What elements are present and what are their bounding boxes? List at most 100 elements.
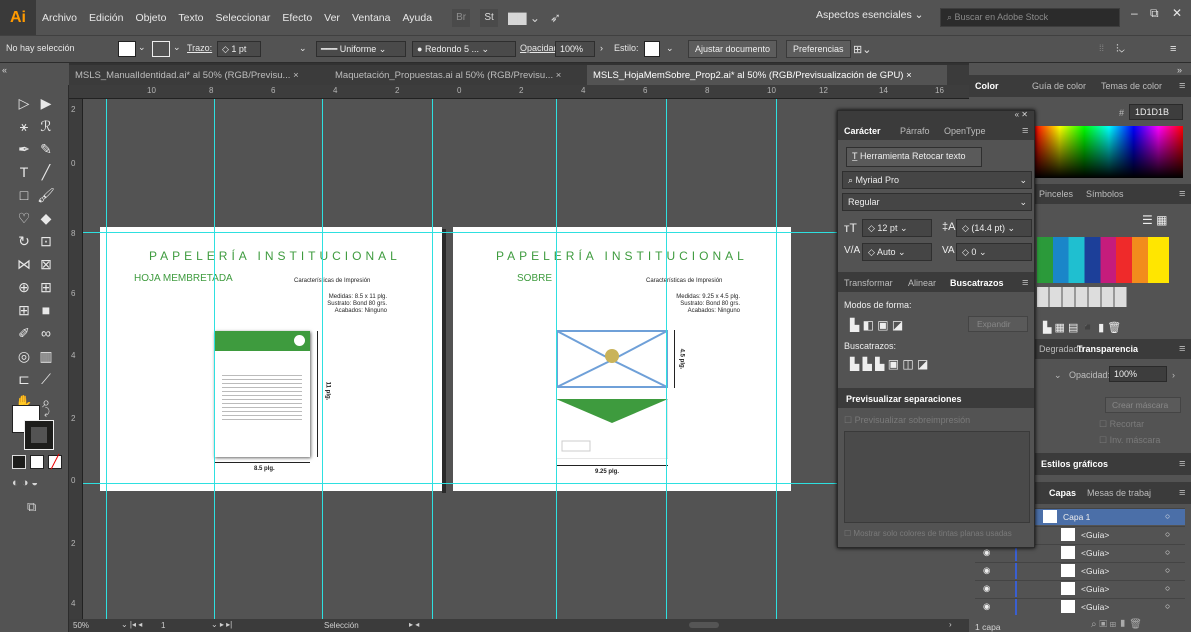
tab-guia-color[interactable]: Guía de color — [1032, 81, 1086, 91]
close-icon[interactable]: ✕ — [1172, 6, 1182, 20]
direct-selection-tool-icon[interactable]: ▶ — [36, 93, 56, 113]
font-style-dropdown[interactable]: Regular ⌄ — [842, 193, 1032, 211]
scale-tool-icon[interactable]: ⊡ — [36, 231, 56, 251]
menu-ventana[interactable]: Ventana — [346, 12, 397, 24]
pen-tool-icon[interactable]: ✒ — [14, 139, 34, 159]
layer-name[interactable]: <Guía> — [1081, 566, 1109, 576]
layer-row[interactable]: ◉ <Guía> ○ — [975, 562, 1185, 579]
layer-name[interactable]: Capa 1 — [1063, 512, 1090, 522]
menu-edicion[interactable]: Edición — [83, 12, 129, 24]
menu-icon[interactable]: ≡ — [1022, 277, 1028, 289]
visibility-eye-icon[interactable]: ◉ — [983, 565, 990, 576]
minimize-icon[interactable]: – — [1131, 6, 1138, 20]
guide-line[interactable] — [666, 99, 667, 619]
magic-wand-icon[interactable]: ⚹ — [14, 116, 34, 136]
stroke-color-icon[interactable] — [24, 420, 54, 450]
selection-tool-icon[interactable]: ▷ — [14, 93, 34, 113]
chevron-down-icon[interactable]: ⌄ — [299, 43, 307, 54]
tab-opentype[interactable]: OpenType — [944, 126, 986, 136]
target-icon[interactable]: ○ — [1165, 511, 1170, 521]
layer-name[interactable]: <Guía> — [1081, 548, 1109, 558]
chevron-down-icon[interactable]: ⌄ — [173, 42, 181, 53]
arrange-icon[interactable]: ⊞⌄ — [853, 43, 871, 56]
tab-caracter[interactable]: Carácter — [844, 126, 881, 136]
tab-previsualizar-separaciones[interactable]: Previsualizar separaciones — [846, 394, 962, 404]
transparency-opacity-field[interactable]: 100% — [1109, 366, 1167, 382]
tab-mesas-trabajo[interactable]: Mesas de trabaj — [1087, 488, 1151, 498]
artboard-tool-icon[interactable]: ⊏ — [14, 369, 34, 389]
screen-mode-icon[interactable]: ⧉ — [27, 499, 36, 515]
menu-ayuda[interactable]: Ayuda — [396, 12, 438, 24]
tab-capas[interactable]: Capas — [1049, 488, 1076, 498]
kerning-field[interactable]: ◇ Auto ⌄ — [862, 243, 932, 261]
rectangle-tool-icon[interactable]: □ — [14, 185, 34, 205]
mesh-tool-icon[interactable]: ⊞ — [14, 300, 34, 320]
tab-parrafo[interactable]: Párrafo — [900, 126, 930, 136]
stock-search-input[interactable]: ⌕ Buscar en Adobe Stock — [940, 8, 1120, 27]
swatch-grid[interactable] — [1037, 237, 1169, 283]
status-mode[interactable]: Selección — [324, 621, 359, 630]
visibility-eye-icon[interactable]: ◉ — [983, 601, 990, 612]
artboard-nav-next-icon[interactable]: ⌄ ▸ ▸| — [211, 620, 232, 629]
tab-buscatrazos[interactable]: Buscatrazos — [950, 278, 1004, 288]
collapse-panel-icon[interactable]: « ✕ — [1015, 110, 1028, 119]
tab-pinceles[interactable]: Pinceles — [1039, 189, 1073, 199]
guide-line[interactable] — [322, 99, 323, 619]
lasso-tool-icon[interactable]: ℛ — [36, 116, 56, 136]
visibility-eye-icon[interactable]: ◉ — [983, 547, 990, 558]
tab-simbolos[interactable]: Símbolos — [1086, 189, 1124, 199]
bridge-icon[interactable]: Br — [452, 8, 471, 27]
layer-row[interactable]: ◉ <Guía> ○ — [975, 598, 1185, 615]
preferences-button[interactable]: Preferencias — [786, 40, 851, 58]
perspective-grid-icon[interactable]: ⊞ — [36, 277, 56, 297]
slice-tool-icon[interactable]: ⟋ — [36, 369, 56, 389]
clip-checkbox[interactable]: ☐ Recortar — [1099, 419, 1144, 430]
type-tool-icon[interactable]: T — [14, 162, 34, 182]
menu-objeto[interactable]: Objeto — [129, 12, 172, 24]
layer-name[interactable]: <Guía> — [1081, 584, 1109, 594]
layer-actions-icon[interactable]: ⌕ ▣ ⊞ ▮ 🗑 — [1091, 619, 1142, 630]
target-icon[interactable]: ○ — [1165, 583, 1170, 593]
chevron-right-icon[interactable]: › — [600, 43, 603, 53]
target-icon[interactable]: ○ — [1165, 565, 1170, 575]
tab-manual-identidad[interactable]: MSLS_ManualIdentidad.ai* al 50% (RGB/Pre… — [69, 65, 319, 85]
separations-list[interactable] — [844, 431, 1030, 523]
menu-icon[interactable]: ≡ — [1179, 458, 1185, 470]
curvature-tool-icon[interactable]: ✎ — [36, 139, 56, 159]
invert-mask-checkbox[interactable]: ☐ Inv. máscara — [1099, 435, 1160, 446]
menu-ver[interactable]: Ver — [318, 12, 346, 24]
rocket-icon[interactable]: ➶ — [550, 9, 561, 27]
adjust-document-button[interactable]: Ajustar documento — [688, 40, 778, 58]
create-mask-button[interactable]: Crear máscara — [1105, 397, 1181, 413]
leading-field[interactable]: ◇ (14.4 pt) ⌄ — [956, 219, 1032, 237]
tracking-field[interactable]: ◇ 0 ⌄ — [956, 243, 1032, 261]
menu-seleccionar[interactable]: Seleccionar — [210, 12, 277, 24]
panel-drag-bar[interactable]: « ✕ — [838, 110, 1034, 120]
shape-modes-icon[interactable]: ▙ ◧ ▣ ◪ — [850, 318, 903, 332]
fill-swatch[interactable] — [118, 41, 136, 57]
horizontal-ruler[interactable]: 10 8 6 4 2 0 2 4 6 8 10 12 14 16 — [69, 85, 969, 99]
guide-line[interactable] — [556, 99, 557, 619]
stroke-weight-field[interactable]: ◇ 1 pt — [217, 41, 261, 57]
vertical-ruler[interactable]: 2 0 8 6 4 2 0 2 4 — [69, 99, 83, 619]
hex-input[interactable]: 1D1D1B — [1129, 104, 1183, 120]
tab-maquetacion[interactable]: Maquetación_Propuestas.ai al 50% (RGB/Pr… — [329, 65, 584, 85]
restore-icon[interactable]: ⧉ — [1150, 6, 1159, 21]
touch-type-tool-button[interactable]: T̲ Herramienta Retocar texto — [846, 147, 982, 167]
opacity-field[interactable]: 100% — [555, 41, 595, 57]
swap-colors-icon[interactable]: ⤸ — [44, 407, 50, 418]
list-view-icon[interactable]: ☰ ▦ — [1142, 213, 1167, 227]
horizontal-scrollbar[interactable] — [689, 622, 719, 628]
workspace-switcher[interactable]: Aspectos esenciales ⌄ — [816, 9, 923, 21]
zoom-level[interactable]: 50% — [73, 621, 89, 630]
overprint-checkbox[interactable]: ☐ Previsualizar sobreimpresión — [844, 415, 970, 426]
tab-estilos-graficos[interactable]: Estilos gráficos — [1041, 459, 1108, 469]
gradient-mode-icon[interactable] — [30, 455, 44, 469]
target-icon[interactable]: ○ — [1165, 529, 1170, 539]
scroll-right-icon[interactable]: › — [949, 620, 952, 629]
artboard-number[interactable]: 1 — [161, 621, 165, 630]
gray-swatches[interactable] — [1037, 287, 1127, 307]
color-spectrum[interactable] — [1035, 126, 1183, 178]
visibility-eye-icon[interactable]: ◉ — [983, 583, 990, 594]
graph-tool-icon[interactable]: ▥ — [36, 346, 56, 366]
